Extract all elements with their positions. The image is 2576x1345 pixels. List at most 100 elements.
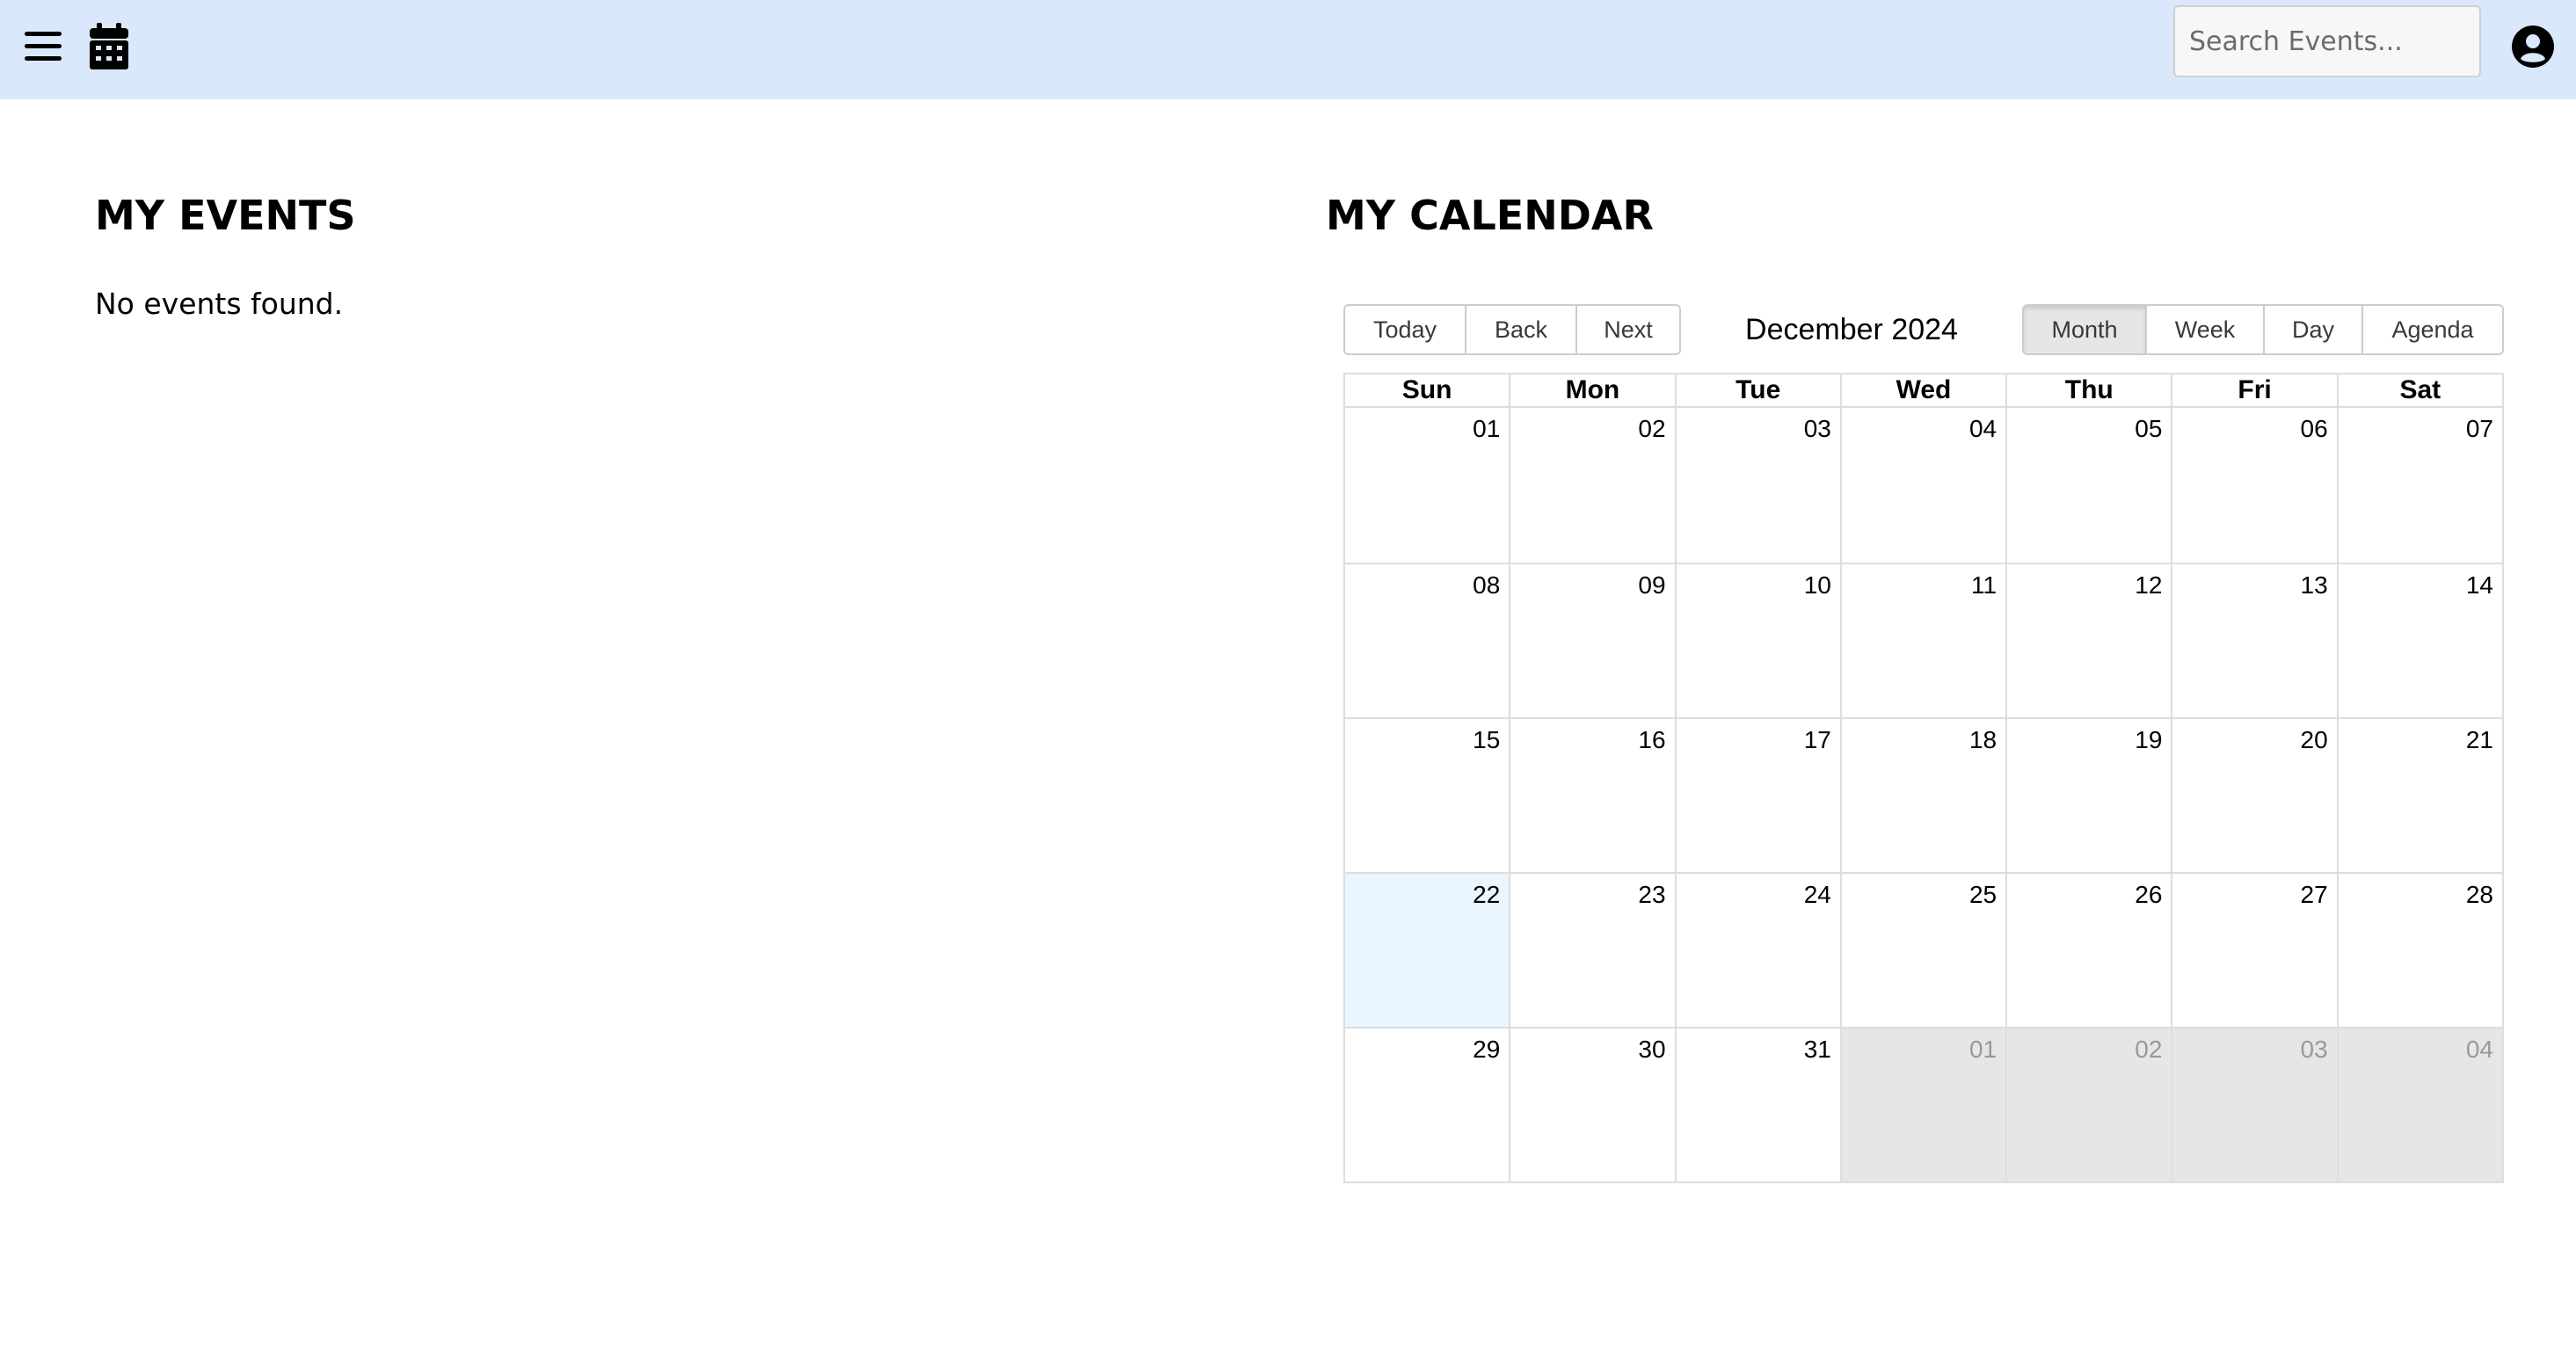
day-number[interactable]: 27: [2301, 881, 2328, 909]
day-cell[interactable]: 13: [2171, 564, 2336, 717]
day-number[interactable]: 07: [2466, 415, 2493, 443]
day-cell[interactable]: 04: [1839, 408, 2005, 563]
day-cell[interactable]: 06: [2171, 408, 2336, 563]
weekday-header: Fri: [2171, 374, 2336, 406]
day-number[interactable]: 31: [1804, 1036, 1831, 1064]
day-cell[interactable]: 24: [1674, 874, 1840, 1027]
calendar-nav-buttons: Today Back Next: [1343, 304, 1681, 355]
day-cell[interactable]: 20: [2171, 719, 2336, 872]
weekday-header: Mon: [1509, 374, 1674, 406]
off-range-day-cell[interactable]: 02: [2005, 1029, 2172, 1181]
weekday-header: Thu: [2005, 374, 2171, 406]
day-cell[interactable]: 17: [1674, 719, 1840, 872]
week-view-button[interactable]: Week: [2147, 306, 2265, 353]
agenda-view-button[interactable]: Agenda: [2363, 306, 2502, 353]
weekday-header: Sun: [1401, 375, 1452, 404]
day-number[interactable]: 02: [1638, 415, 1665, 443]
calendar-icon[interactable]: [88, 23, 130, 70]
day-number[interactable]: 04: [2466, 1036, 2493, 1064]
user-account-icon[interactable]: [2511, 25, 2555, 69]
day-number[interactable]: 10: [1804, 571, 1831, 600]
day-number[interactable]: 03: [2301, 1036, 2328, 1064]
weekday-header-row: Sun Mon Tue Wed Thu Fri Sat: [1345, 374, 2502, 408]
day-cell[interactable]: 02: [1509, 408, 1674, 563]
day-number[interactable]: 22: [1473, 881, 1500, 909]
day-number[interactable]: 05: [2135, 415, 2162, 443]
current-month-label: December 2024: [1745, 312, 1958, 346]
week-row: 22 23 24 25 26 27 28: [1345, 872, 2502, 1027]
day-number[interactable]: 25: [1969, 881, 1997, 909]
day-cell[interactable]: 29: [1345, 1029, 1509, 1181]
no-events-message: No events found.: [95, 287, 344, 321]
weekday-header: Tue: [1674, 374, 1840, 406]
day-number[interactable]: 09: [1638, 571, 1665, 600]
day-cell[interactable]: 14: [2336, 564, 2502, 717]
day-cell[interactable]: 12: [2005, 564, 2171, 717]
off-range-day-cell[interactable]: 01: [1839, 1029, 2006, 1181]
today-day-cell[interactable]: 22: [1345, 874, 1510, 1027]
day-number[interactable]: 15: [1473, 726, 1500, 754]
next-button[interactable]: Next: [1577, 306, 1679, 353]
off-range-day-cell[interactable]: 03: [2171, 1029, 2337, 1181]
day-cell[interactable]: 23: [1509, 874, 1674, 1027]
day-number[interactable]: 21: [2466, 726, 2493, 754]
day-cell[interactable]: 28: [2336, 874, 2502, 1027]
day-number[interactable]: 19: [2135, 726, 2162, 754]
day-number[interactable]: 24: [1804, 881, 1831, 909]
day-number[interactable]: 26: [2135, 881, 2162, 909]
day-cell[interactable]: 11: [1839, 564, 2005, 717]
day-cell[interactable]: 09: [1509, 564, 1674, 717]
my-calendar-title: MY CALENDAR: [1326, 192, 1654, 239]
day-cell[interactable]: 03: [1674, 408, 1840, 563]
day-number[interactable]: 06: [2301, 415, 2328, 443]
day-number[interactable]: 01: [1473, 415, 1500, 443]
day-cell[interactable]: 26: [2005, 874, 2171, 1027]
day-cell[interactable]: 18: [1839, 719, 2005, 872]
back-button[interactable]: Back: [1466, 306, 1577, 353]
day-number[interactable]: 20: [2301, 726, 2328, 754]
day-number[interactable]: 04: [1969, 415, 1997, 443]
weekday-header: Sat: [2336, 374, 2502, 406]
day-number[interactable]: 03: [1804, 415, 1831, 443]
day-cell[interactable]: 21: [2336, 719, 2502, 872]
day-number[interactable]: 11: [1971, 571, 1997, 600]
my-events-title: MY EVENTS: [95, 192, 356, 239]
day-view-button[interactable]: Day: [2265, 306, 2363, 353]
day-number[interactable]: 08: [1473, 571, 1500, 600]
day-cell[interactable]: 31: [1674, 1029, 1840, 1181]
day-number[interactable]: 29: [1473, 1036, 1500, 1064]
weekday-header: Wed: [1839, 374, 2005, 406]
search-events-input[interactable]: [2173, 5, 2481, 77]
week-row: 08 09 10 11 12 13 14: [1345, 563, 2502, 717]
day-cell[interactable]: 27: [2171, 874, 2336, 1027]
month-grid: Sun Mon Tue Wed Thu Fri Sat 01 02 03 04 …: [1343, 373, 2504, 1183]
day-cell[interactable]: 25: [1839, 874, 2005, 1027]
day-number[interactable]: 23: [1638, 881, 1665, 909]
month-view-button[interactable]: Month: [2024, 306, 2147, 353]
day-number[interactable]: 30: [1638, 1036, 1665, 1064]
day-number[interactable]: 17: [1804, 726, 1831, 754]
day-cell[interactable]: 10: [1674, 564, 1840, 717]
day-number[interactable]: 28: [2466, 881, 2493, 909]
day-cell[interactable]: 30: [1509, 1029, 1674, 1181]
day-cell[interactable]: 08: [1345, 564, 1509, 717]
day-cell[interactable]: 19: [2005, 719, 2171, 872]
day-number[interactable]: 01: [1969, 1036, 1997, 1064]
day-cell[interactable]: 01: [1345, 408, 1509, 563]
day-cell[interactable]: 15: [1345, 719, 1509, 872]
day-number[interactable]: 12: [2135, 571, 2162, 600]
day-number[interactable]: 18: [1969, 726, 1997, 754]
day-cell[interactable]: 07: [2336, 408, 2502, 563]
day-cell[interactable]: 05: [2005, 408, 2171, 563]
hamburger-menu-icon[interactable]: [23, 26, 63, 67]
day-cell[interactable]: 16: [1509, 719, 1674, 872]
top-navbar: [0, 0, 2576, 99]
off-range-day-cell[interactable]: 04: [2336, 1029, 2502, 1181]
week-row: 01 02 03 04 05 06 07: [1345, 408, 2502, 563]
day-number[interactable]: 16: [1638, 726, 1665, 754]
today-button[interactable]: Today: [1345, 306, 1466, 353]
day-number[interactable]: 02: [2135, 1036, 2162, 1064]
calendar-view-buttons: Month Week Day Agenda: [2022, 304, 2504, 355]
day-number[interactable]: 13: [2301, 571, 2328, 600]
day-number[interactable]: 14: [2466, 571, 2493, 600]
